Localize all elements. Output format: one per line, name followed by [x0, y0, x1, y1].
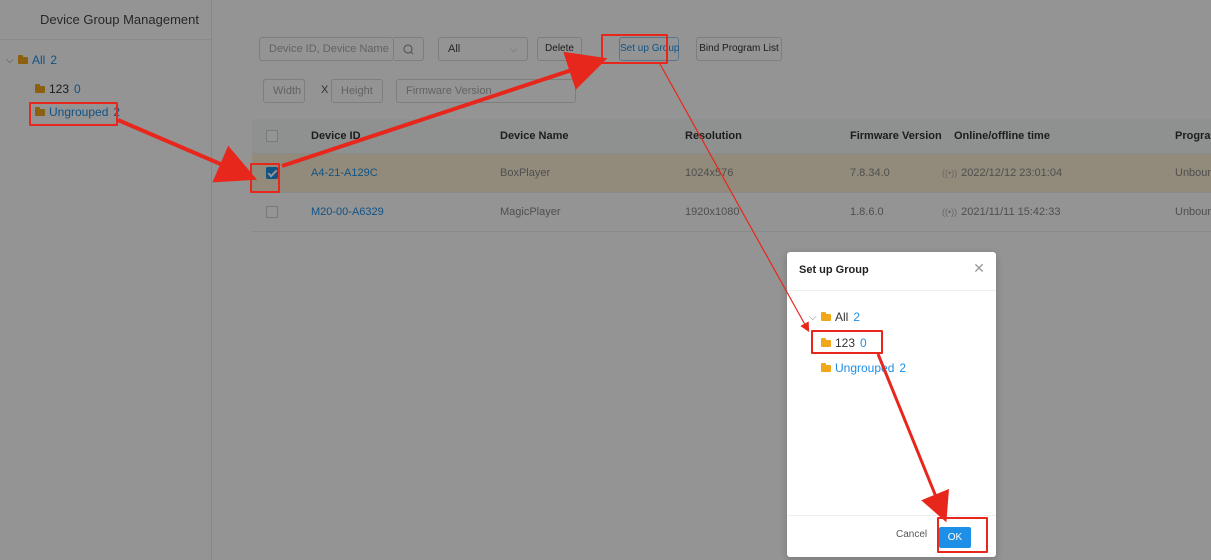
- arrow-ungrouped-to-checkbox: [117, 118, 258, 183]
- arrow-123-to-ok: [876, 353, 949, 523]
- arrow-checkbox-to-setup-group: [281, 51, 608, 168]
- annotation-arrows: [117, 51, 949, 523]
- arrow-setup-group-to-123: [659, 63, 810, 333]
